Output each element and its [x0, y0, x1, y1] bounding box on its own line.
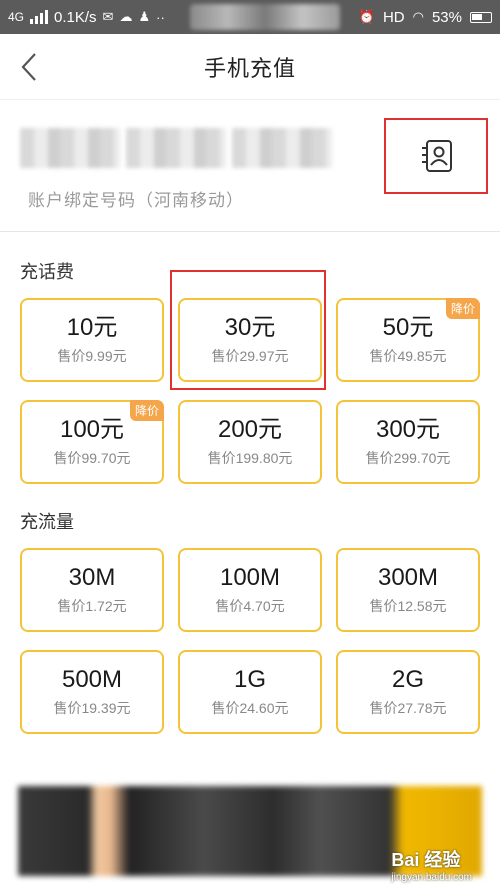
card-price: 售价19.39元 [53, 700, 131, 717]
watermark-url: jingyan.baidu.com [391, 872, 472, 883]
card-price: 售价99.70元 [53, 450, 131, 467]
back-button[interactable] [14, 50, 44, 84]
discount-badge: 降价 [445, 298, 480, 319]
card-amount: 200元 [217, 415, 283, 443]
status-bar: 4G 0.1K/s ✉ ☁ ♟ ·· ⏰ HD ◠ 53% [0, 0, 500, 34]
watermark-brand: Bai 经验 [391, 850, 461, 870]
status-left: 4G 0.1K/s ✉ ☁ ♟ ·· [8, 9, 165, 26]
phone-number-field[interactable] [20, 128, 332, 168]
discount-badge: 降价 [129, 400, 164, 421]
card-price: 售价49.85元 [369, 348, 447, 365]
card-amount: 300元 [375, 415, 441, 443]
card-price: 售价299.70元 [365, 450, 451, 467]
card-amount: 500M [61, 665, 123, 693]
data-card-300m[interactable]: 300M 售价12.58元 [336, 548, 480, 632]
card-price: 售价27.78元 [369, 700, 447, 717]
card-amount: 1G [233, 665, 266, 693]
page-title: 手机充值 [203, 55, 296, 81]
card-price: 售价4.70元 [215, 598, 285, 615]
network-type: 4G [8, 10, 25, 24]
battery-icon [470, 11, 492, 23]
card-price: 售价199.80元 [207, 450, 293, 467]
topup-card-200[interactable]: 200元 售价199.80元 [178, 400, 322, 484]
selection-highlight [170, 270, 326, 390]
card-price: 售价1.72元 [57, 598, 127, 615]
card-amount: 2G [391, 665, 424, 693]
data-card-500m[interactable]: 500M 售价19.39元 [20, 650, 164, 734]
status-right: ⏰ HD ◠ 53% [359, 9, 492, 26]
topup-card-300[interactable]: 300元 售价299.70元 [336, 400, 480, 484]
card-amount: 10元 [66, 313, 118, 341]
header: 手机充值 [0, 34, 500, 100]
card-amount: 50元 [382, 313, 434, 341]
data-card-30m[interactable]: 30M 售价1.72元 [20, 548, 164, 632]
more-dots-icon: ·· [156, 9, 165, 25]
alarm-icon: ⏰ [358, 9, 375, 24]
card-amount: 30M [68, 563, 116, 591]
topup-section-title: 充话费 [20, 262, 74, 282]
network-speed: 0.1K/s [54, 8, 97, 26]
penguin-icon: ♟ [138, 9, 151, 24]
contact-book-icon [422, 140, 452, 172]
hd-label: HD [382, 8, 405, 26]
topup-card-100[interactable]: 100元 售价99.70元 降价 [20, 400, 164, 484]
status-blur [190, 4, 340, 30]
topup-card-50[interactable]: 50元 售价49.85元 降价 [336, 298, 480, 382]
battery-percent: 53% [431, 8, 462, 26]
card-price: 售价24.60元 [211, 700, 289, 717]
watermark: Bai 经验 jingyan.baidu.com [391, 846, 472, 883]
card-amount: 300M [377, 563, 439, 591]
card-amount: 100元 [59, 415, 125, 443]
contacts-button[interactable] [384, 118, 488, 194]
data-card-2g[interactable]: 2G 售价27.78元 [336, 650, 480, 734]
card-price: 售价12.58元 [369, 598, 447, 615]
mail-icon: ✉ [102, 9, 114, 24]
data-section-title: 充流量 [20, 512, 74, 532]
topup-card-10[interactable]: 10元 售价9.99元 [20, 298, 164, 382]
wifi-icon: ◠ [412, 9, 424, 24]
account-hint: 账户绑定号码（河南移动） [28, 191, 244, 210]
chevron-left-icon [21, 53, 36, 81]
data-card-1g[interactable]: 1G 售价24.60元 [178, 650, 322, 734]
data-card-100m[interactable]: 100M 售价4.70元 [178, 548, 322, 632]
chat-icon: ☁ [119, 9, 133, 24]
card-amount: 100M [219, 563, 281, 591]
card-price: 售价9.99元 [57, 348, 127, 365]
signal-icon [30, 10, 49, 24]
